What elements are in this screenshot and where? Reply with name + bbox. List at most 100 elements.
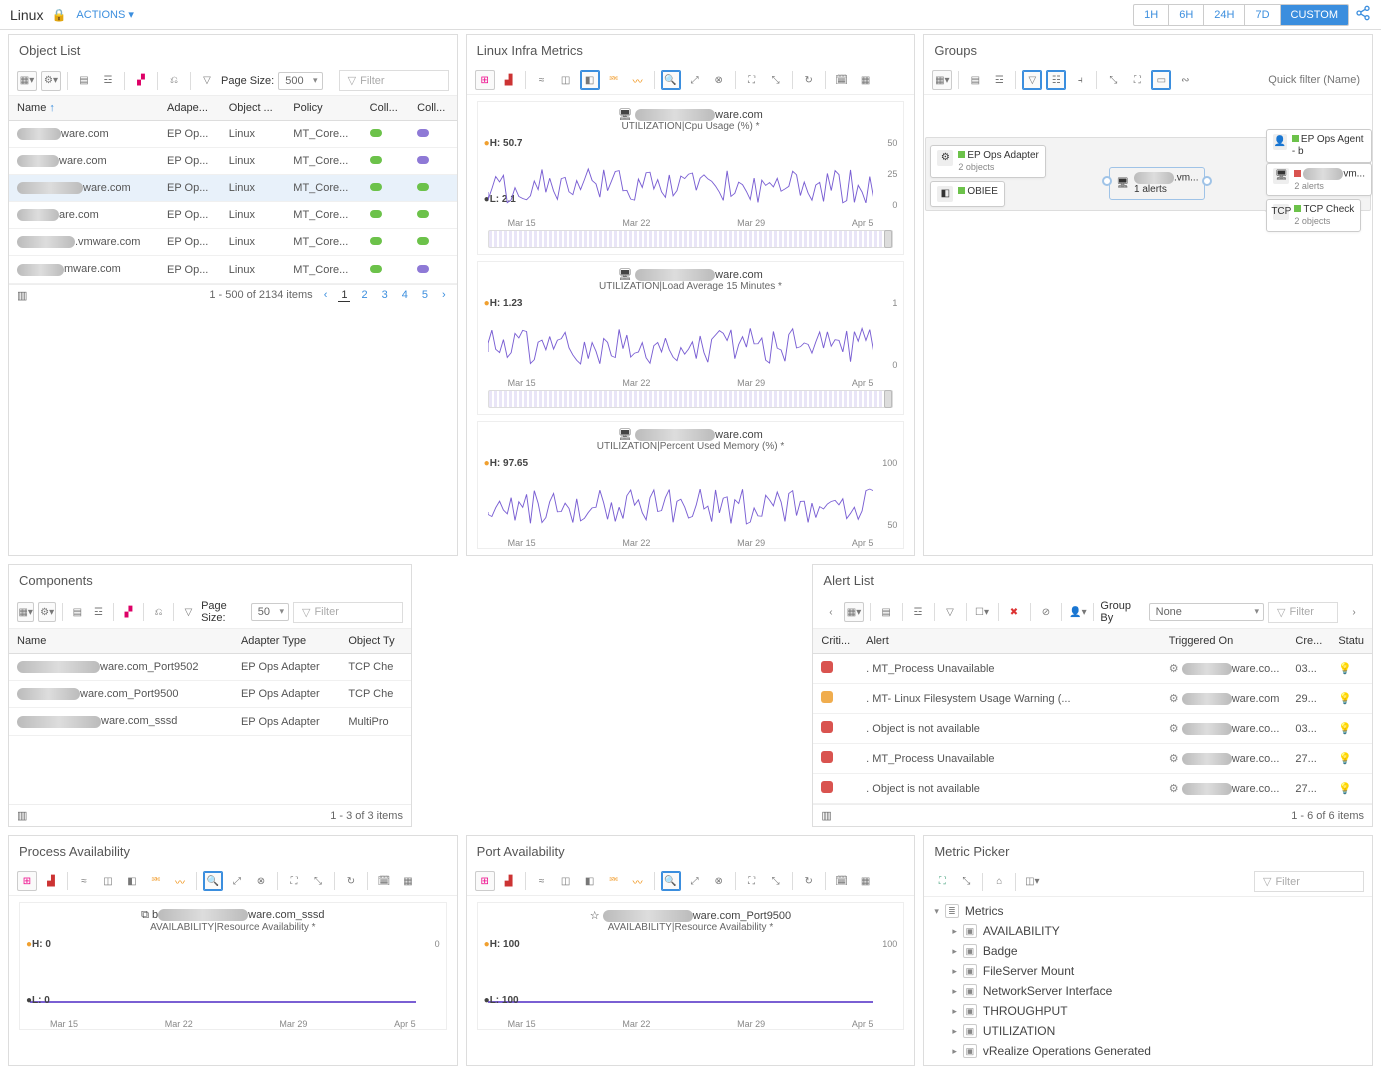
time-range-scrubber[interactable] (488, 390, 894, 408)
alert-link[interactable]: . MT- Linux Filesystem Usage Warning (..… (858, 684, 1161, 714)
wave-icon[interactable]: 〰 (628, 871, 648, 891)
filter-icon[interactable]: ▽ (180, 602, 197, 622)
actions-menu[interactable]: ACTIONS ▾ (76, 8, 134, 21)
dt-icon[interactable]: ◧ (580, 70, 600, 90)
filter-icon[interactable]: ▽ (197, 71, 217, 91)
table-row[interactable]: ware.comEP Op...LinuxMT_Core... (9, 148, 457, 175)
line-icon[interactable]: ⎃ (604, 70, 624, 90)
range-24h[interactable]: 24H (1204, 5, 1245, 25)
pager-3[interactable]: 3 (379, 289, 391, 301)
table-row[interactable]: . Object is not available ⚙ ware.co... 0… (813, 714, 1372, 744)
tree-item[interactable]: ▸▣UTILIZATION (934, 1021, 1362, 1041)
pager-4[interactable]: 4 (399, 289, 411, 301)
dashboard-nav-icon[interactable]: ▦▾ (17, 71, 37, 91)
perf-icon[interactable]: ☲ (98, 71, 118, 91)
refresh-icon[interactable]: ↻ (799, 871, 819, 891)
expand-icon[interactable]: ⛶ (742, 70, 762, 90)
pager-1[interactable]: 1 (338, 289, 350, 302)
zoomout-icon[interactable]: ⤢ (685, 70, 705, 90)
columns-icon[interactable]: ▥ (821, 809, 831, 822)
collapse-icon[interactable]: ⤡ (766, 70, 786, 90)
split-icon[interactable]: ⊞ (475, 70, 495, 90)
zoom-icon[interactable]: 🔍 (661, 871, 681, 891)
dt-icon[interactable]: ◧ (580, 871, 600, 891)
line-icon[interactable]: ⎃ (604, 871, 624, 891)
table-row[interactable]: .vmware.comEP Op...LinuxMT_Core... (9, 229, 457, 256)
col-adapter[interactable]: Adape... (159, 96, 221, 121)
alert-link[interactable]: . MT_Process Unavailable (858, 654, 1161, 684)
highlight-icon[interactable]: ▭ (1151, 70, 1171, 90)
table-row[interactable]: ware.com_Port9500EP Ops AdapterTCP Che (9, 681, 411, 708)
tree-root[interactable]: ▾≣Metrics (934, 901, 1362, 921)
anomaly-icon[interactable]: ◫ (556, 70, 576, 90)
home-icon[interactable]: ⌂ (989, 872, 1009, 892)
perf-icon[interactable]: ☲ (90, 602, 107, 622)
range-1h[interactable]: 1H (1134, 5, 1169, 25)
pager-prev[interactable]: ‹ (321, 289, 331, 301)
quick-filter-input[interactable] (1254, 70, 1364, 90)
user-icon[interactable]: 👤▾ (1068, 602, 1087, 622)
gear-icon[interactable]: ⚙▾ (38, 602, 55, 622)
alert-link[interactable]: . Object is not available (858, 714, 1161, 744)
link-icon[interactable]: ∾ (1175, 70, 1195, 90)
expand-icon[interactable]: ⤡ (1103, 70, 1123, 90)
table-row[interactable]: ware.comEP Op...LinuxMT_Core... (9, 175, 457, 202)
alert-link[interactable]: . MT_Process Unavailable (858, 744, 1161, 774)
wave-icon[interactable]: 〰 (628, 70, 648, 90)
dashboard-nav-icon[interactable]: ▦▾ (844, 602, 863, 622)
anomaly-icon[interactable]: ◫ (556, 871, 576, 891)
show-icon[interactable]: ◫▾ (1022, 872, 1042, 892)
chart-icon[interactable]: ▞ (120, 602, 137, 622)
action-run-icon[interactable]: ⎌ (164, 71, 184, 91)
col-trig[interactable]: Triggered On (1161, 629, 1288, 654)
cal-icon[interactable]: ▦ (856, 70, 876, 90)
reset-icon[interactable]: ⊗ (251, 871, 271, 891)
collapse-icon[interactable]: ⤡ (956, 872, 976, 892)
node-epops-agent[interactable]: 👤EP Ops Agent - b (1266, 129, 1372, 163)
split-icon[interactable]: ⊞ (17, 871, 37, 891)
anomaly-icon[interactable]: ◫ (98, 871, 118, 891)
table-row[interactable]: . Object is not available ⚙ ware.co... 2… (813, 774, 1372, 804)
col-coll2[interactable]: Coll... (409, 96, 457, 121)
filter-icon[interactable]: ▽ (1022, 70, 1042, 90)
table-row[interactable]: . MT_Process Unavailable ⚙ ware.co... 03… (813, 654, 1372, 684)
col-crit[interactable]: Criti... (813, 629, 858, 654)
trend-icon[interactable]: ≈ (532, 70, 552, 90)
reset-icon[interactable]: ⊗ (709, 871, 729, 891)
tree-item[interactable]: ▸▣NetworkServer Interface (934, 981, 1362, 1001)
pager-5[interactable]: 5 (419, 289, 431, 301)
node-host-alerts[interactable]: 🖥vm...2 alerts (1266, 163, 1372, 196)
filter-input[interactable]: ▽Filter (1268, 602, 1338, 623)
gear-icon[interactable]: ⚙▾ (41, 71, 61, 91)
detail-icon[interactable]: ▤ (965, 70, 985, 90)
refresh-icon[interactable]: ↻ (799, 70, 819, 90)
detail-icon[interactable]: ▤ (877, 602, 896, 622)
col-cre[interactable]: Cre... (1287, 629, 1330, 654)
col-name[interactable]: Name (9, 629, 233, 654)
columns-icon[interactable]: ▥ (17, 289, 27, 302)
pager-next[interactable]: › (439, 289, 449, 301)
next-icon[interactable]: › (1344, 602, 1364, 622)
wave-icon[interactable]: 〰 (170, 871, 190, 891)
line-icon[interactable]: ⎃ (146, 871, 166, 891)
trend-icon[interactable]: ≈ (74, 871, 94, 891)
tree-item[interactable]: ▸▣AVAILABILITY (934, 921, 1362, 941)
col-stat[interactable]: Statu (1330, 629, 1372, 654)
expand-icon[interactable]: ⛶ (932, 872, 952, 892)
zoomout-icon[interactable]: ⤢ (227, 871, 247, 891)
prev-icon[interactable]: ‹ (821, 602, 840, 622)
detail-icon[interactable]: ▤ (74, 71, 94, 91)
col-object[interactable]: Object ... (221, 96, 286, 121)
share-icon[interactable] (1355, 5, 1371, 24)
split-icon[interactable]: ⊞ (475, 871, 495, 891)
alert-link[interactable]: . Object is not available (858, 774, 1161, 804)
tree-icon[interactable]: ☷ (1046, 70, 1066, 90)
groups-graph[interactable]: ⚙EP Ops Adapter2 objects ◧OBIEE 🖥 .vm...… (924, 95, 1372, 555)
tree-item[interactable]: ▸▣THROUGHPUT (934, 1001, 1362, 1021)
table-row[interactable]: ware.com_sssdEP Ops AdapterMultiPro (9, 708, 411, 735)
date-icon[interactable]: 🗓 (374, 871, 394, 891)
tree-item[interactable]: ▸▣vRealize Operations Generated (934, 1041, 1362, 1061)
hier-icon[interactable]: ⫞ (1070, 70, 1090, 90)
dashboard-nav-icon[interactable]: ▦▾ (17, 602, 34, 622)
col-policy[interactable]: Policy (285, 96, 361, 121)
